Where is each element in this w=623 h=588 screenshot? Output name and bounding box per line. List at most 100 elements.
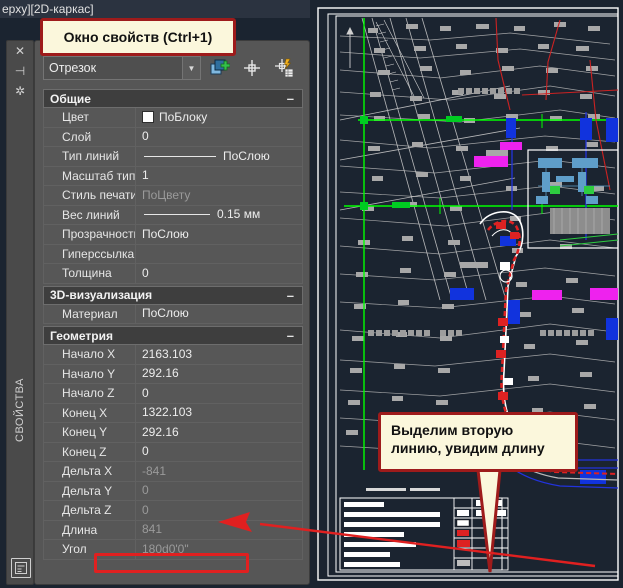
property-row[interactable]: Масштаб тип... 1 [44,166,302,186]
property-name: Масштаб тип... [44,166,136,185]
property-name: Дельта X [44,462,136,481]
callout-properties-window: Окно свойств (Ctrl+1) [40,18,236,56]
property-row[interactable]: Стиль печати ПоЦвету [44,186,302,206]
property-value[interactable]: 0 [136,501,302,520]
property-name: Слой [44,127,136,146]
property-value-text: 292.16 [142,366,179,381]
property-value[interactable]: 0 [136,264,302,283]
callout-properties-window-text: Окно свойств (Ctrl+1) [63,29,213,45]
palette-toolbar[interactable]: Отрезок ▼ [43,55,303,81]
quick-select-icon[interactable] [271,56,297,80]
property-value[interactable]: 0 [136,443,302,462]
property-name: Начало Y [44,364,136,383]
property-value-text: 0 [142,265,149,280]
property-name: Гиперссылка [44,244,136,263]
property-name: Конец Y [44,423,136,442]
property-row[interactable]: Конец Y 292.16 [44,423,302,443]
property-value[interactable]: 841 [136,521,302,540]
properties-glyph [15,562,27,574]
property-row[interactable]: Цвет ПоБлоку [44,108,302,128]
property-value[interactable]: ПоБлоку [136,108,302,127]
property-row[interactable]: Гиперссылка [44,244,302,264]
section-header[interactable]: Геометрия – [43,326,303,345]
drawing-content [310,0,623,588]
property-row[interactable]: Прозрачность ПоСлою [44,225,302,245]
close-icon[interactable]: ✕ [7,41,33,61]
property-value[interactable] [136,245,302,264]
property-row[interactable]: Дельта Y 0 [44,481,302,501]
lineweight-preview-icon [144,214,210,216]
pick-point-glyph [244,60,260,76]
section-header[interactable]: Общие – [43,89,303,108]
property-row[interactable]: Начало Z 0 [44,384,302,404]
property-name: Прозрачность [44,225,136,244]
property-value[interactable]: ПоЦвету [136,186,302,205]
quick-select-add-glyph [210,59,230,75]
callout-second-line: Выделим вторую линию, увидим длину [378,412,578,472]
callout-second-line-text1: Выделим вторую [391,422,514,438]
property-row[interactable]: Начало Y 292.16 [44,364,302,384]
property-row[interactable]: Материал ПоСлою [44,304,302,324]
drawing-canvas[interactable] [310,0,623,588]
viewport-title-text: ерху][2D-каркас] [2,2,94,16]
property-row[interactable]: Тип линий ПоСлою [44,147,302,167]
collapse-icon[interactable]: – [287,92,294,105]
callout-second-line-text2: линию, увидим длину [391,439,545,456]
chevron-down-icon[interactable]: ▼ [182,57,200,79]
property-value[interactable]: 292.16 [136,365,302,384]
property-row[interactable]: Дельта Z 0 [44,501,302,521]
property-row[interactable]: Начало X 2163.103 [44,345,302,365]
palette-settings-icon[interactable]: ✲ [7,81,33,101]
property-name: Толщина [44,264,136,283]
section-body: Материал ПоСлою [43,304,303,324]
palette-dock-strip[interactable]: ✕ ⊣ ✲ СВОЙСТВА [6,40,34,585]
property-row[interactable]: Конец X 1322.103 [44,403,302,423]
auto-hide-icon[interactable]: ⊣ [7,61,33,81]
property-value[interactable]: 292.16 [136,423,302,442]
collapse-icon[interactable]: – [287,289,294,302]
property-value[interactable]: -841 [136,462,302,481]
property-row[interactable]: Дельта X -841 [44,462,302,482]
property-value[interactable]: 2163.103 [136,345,302,364]
quick-select-add-icon[interactable] [207,56,233,80]
properties-palette[interactable]: Отрезок ▼ Общие – Цвет ПоБлоку Слой 0 Ти… [34,40,310,585]
object-type-combo[interactable]: Отрезок ▼ [43,56,201,80]
property-name: Цвет [44,108,136,127]
property-value[interactable]: 1322.103 [136,404,302,423]
property-row[interactable]: Вес линий 0.15 мм [44,205,302,225]
section-header[interactable]: 3D-визуализация – [43,285,303,305]
property-row[interactable]: Слой 0 [44,127,302,147]
properties-grid[interactable]: Общие – Цвет ПоБлоку Слой 0 Тип линий ПоСлою Мас… [43,87,303,560]
property-value[interactable]: 1 [136,167,302,186]
pick-point-icon[interactable] [239,56,265,80]
property-value[interactable]: 0 [136,482,302,501]
property-name: Конец Z [44,442,136,461]
property-value-text: ПоСлою [142,226,189,241]
property-value[interactable]: ПоСлою [136,305,302,324]
property-row[interactable]: Длина 841 [44,520,302,540]
property-value-text: 292.16 [142,424,179,439]
collapse-icon[interactable]: – [287,329,294,342]
property-row[interactable]: Конец Z 0 [44,442,302,462]
property-value[interactable]: 0 [136,128,302,147]
property-value-text: 1322.103 [142,405,193,420]
property-value[interactable]: ПоСлою [136,225,302,244]
property-value-text: 0 [142,502,149,517]
property-value[interactable]: 180d0'0" [136,540,302,559]
property-name: Начало X [44,345,136,364]
property-value-text: 0 [142,129,149,144]
property-name: Тип линий [44,147,136,166]
property-value-text: 841 [142,522,163,537]
property-row[interactable]: Угол 180d0'0" [44,540,302,560]
property-value[interactable]: 0.15 мм [136,206,302,225]
property-value-text: 0.15 мм [217,207,261,222]
properties-palette-icon[interactable] [11,558,31,578]
property-row[interactable]: Толщина 0 [44,264,302,284]
property-value[interactable]: 0 [136,384,302,403]
color-swatch-icon [142,111,154,124]
section-body: Цвет ПоБлоку Слой 0 Тип линий ПоСлою Масштаб т… [43,108,303,284]
property-value[interactable]: ПоСлою [136,147,302,166]
property-name: Стиль печати [44,186,136,205]
property-value-text: ПоСлою [223,148,270,163]
property-value-text: 0 [142,444,149,459]
